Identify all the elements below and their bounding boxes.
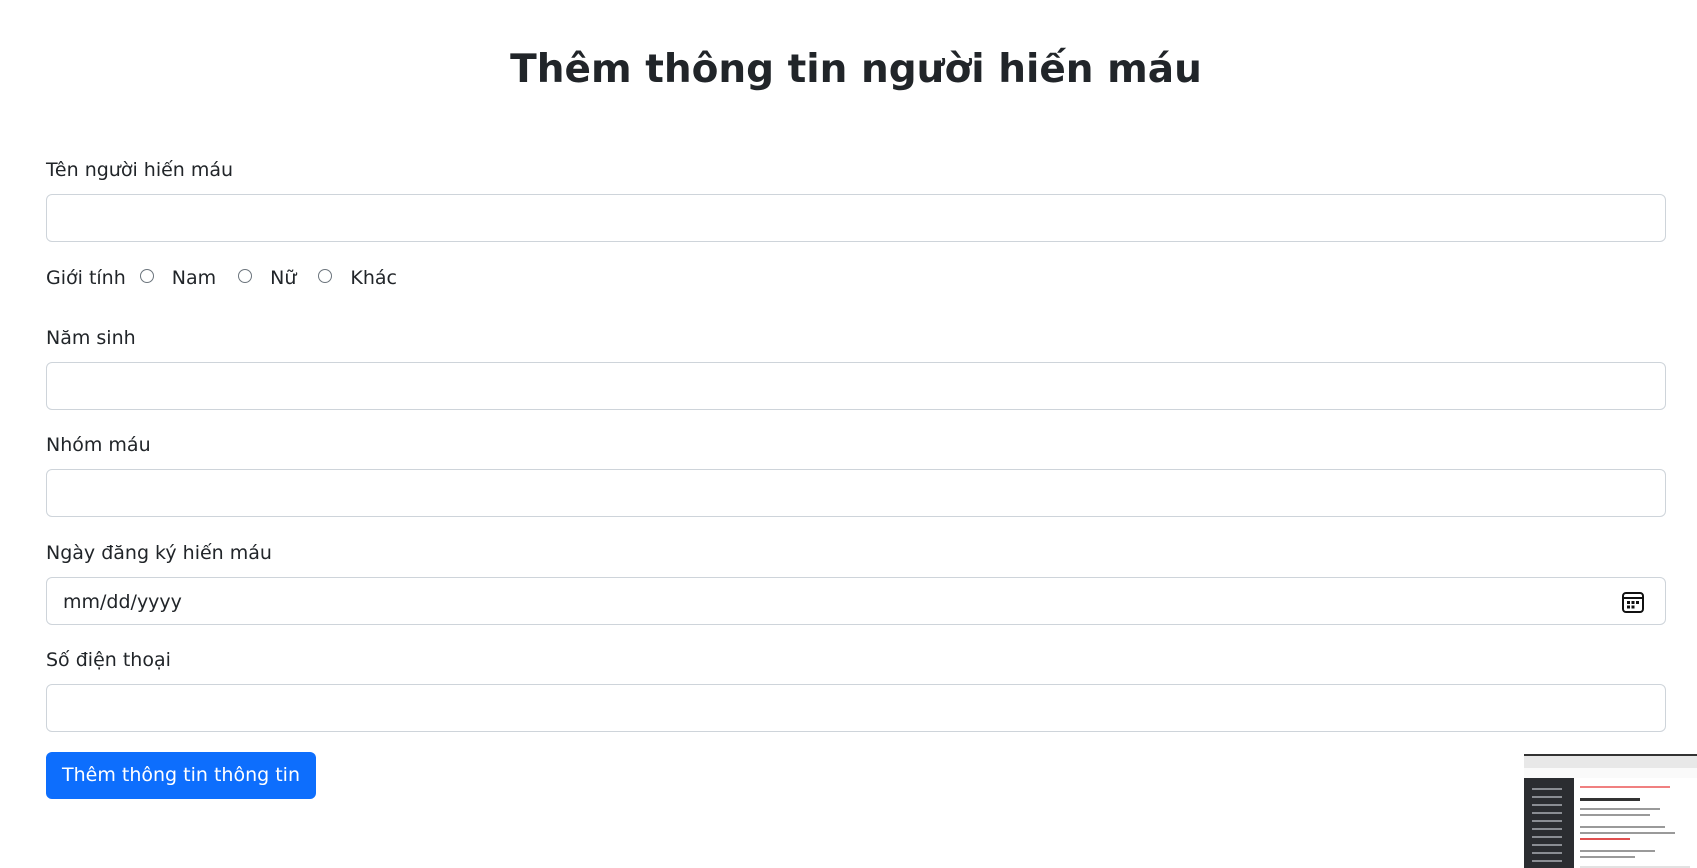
blood-type-label: Nhóm máu [46, 434, 151, 456]
gender-radio-group: Giới tính Nam Nữ Khác [46, 264, 419, 292]
donor-name-input[interactable] [46, 194, 1666, 242]
calendar-icon[interactable] [1621, 590, 1645, 614]
screenshot-thumbnail[interactable] [1524, 754, 1697, 868]
birth-year-label: Năm sinh [46, 327, 136, 349]
date-placeholder: mm/dd/yyyy [63, 591, 182, 613]
gender-option-nu-label[interactable]: Nữ [270, 267, 296, 289]
donor-name-label: Tên người hiến máu [46, 159, 234, 181]
thumbnail-sidebar [1524, 778, 1574, 868]
gender-radio-nu[interactable] [238, 269, 253, 283]
gender-radio-khac[interactable] [318, 269, 333, 283]
page-title: Thêm thông tin người hiến máu [510, 47, 1202, 92]
gender-option-khac-label[interactable]: Khác [350, 267, 397, 289]
phone-label: Số điện thoại [46, 649, 171, 671]
submit-button[interactable]: Thêm thông tin thông tin [46, 752, 316, 799]
gender-option-nam-label[interactable]: Nam [172, 267, 216, 289]
thumbnail-content [1574, 778, 1697, 868]
phone-input[interactable] [46, 684, 1666, 732]
blood-type-input[interactable] [46, 469, 1666, 517]
gender-radio-nam[interactable] [139, 269, 154, 283]
registration-date-label: Ngày đăng ký hiến máu [46, 542, 272, 564]
registration-date-input[interactable]: mm/dd/yyyy [46, 577, 1666, 625]
birth-year-input[interactable] [46, 362, 1666, 410]
gender-label: Giới tính [46, 267, 126, 289]
